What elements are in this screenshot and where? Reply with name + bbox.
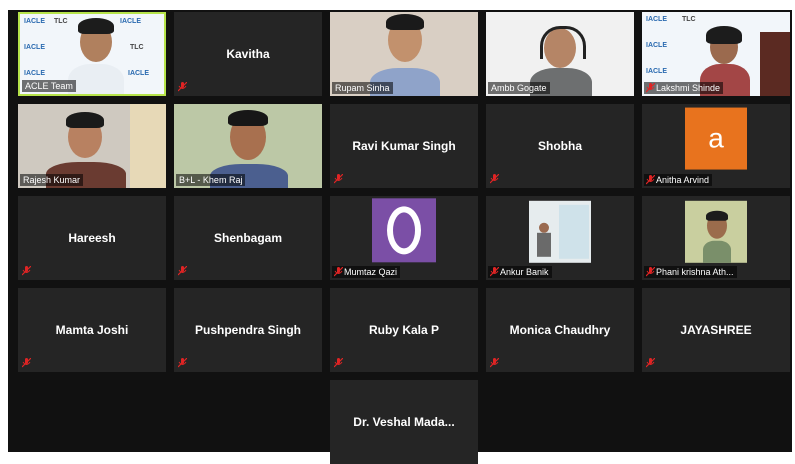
participant-name: Monica Chaudhry: [509, 323, 611, 337]
participant-tile[interactable]: IACLE TLC IACLE IACLE TLC IACLE IACLE AC…: [18, 12, 166, 96]
muted-mic-icon: [22, 358, 31, 368]
muted-mic-icon: [490, 174, 499, 184]
participant-name: Rajesh Kumar: [20, 174, 84, 186]
banner-logo-text: IACLE: [646, 16, 667, 23]
participant-tile[interactable]: Monica Chaudhry: [486, 288, 634, 372]
muted-mic-icon: [178, 358, 187, 368]
participant-tile[interactable]: Dr. Veshal Mada...: [330, 380, 478, 464]
banner-logo-text: IACLE: [646, 42, 667, 49]
participant-name-text: Ankur Banik: [500, 267, 549, 277]
participant-name: Dr. Veshal Mada...: [353, 415, 455, 429]
participant-name-text: Anitha Arvind: [656, 175, 710, 185]
participant-tile[interactable]: Phani krishna Ath...: [642, 196, 790, 280]
avatar-letter: a: [708, 122, 724, 154]
banner-logo-text: IACLE: [646, 68, 667, 75]
banner-logo-text: IACLE: [128, 70, 149, 77]
participant-tile[interactable]: Mumtaz Qazi: [330, 196, 478, 280]
participant-name-text: Mumtaz Qazi: [344, 267, 398, 277]
banner-logo-text: IACLE: [120, 18, 141, 25]
video-grid: IACLE TLC IACLE IACLE TLC IACLE IACLE AC…: [8, 10, 792, 464]
participant-tile[interactable]: Ravi Kumar Singh: [330, 104, 478, 188]
participant-tile[interactable]: Rupam Sinha: [330, 12, 478, 96]
banner-logo-text: IACLE: [24, 44, 45, 51]
participant-name: Ambb Gogate: [488, 82, 550, 94]
banner-logo-text: IACLE: [24, 70, 45, 77]
participant-tile[interactable]: Kavitha: [174, 12, 322, 96]
participant-name: Shobha: [538, 139, 582, 153]
participant-name: Rupam Sinha: [332, 82, 393, 94]
participant-tile[interactable]: Ambb Gogate: [486, 12, 634, 96]
participant-tile[interactable]: IACLE TLC IACLE IACLE Lakshmi Shinde: [642, 12, 790, 96]
participant-name: Anitha Arvind: [644, 174, 713, 186]
participant-tile[interactable]: Rajesh Kumar: [18, 104, 166, 188]
participant-tile[interactable]: Shenbagam: [174, 196, 322, 280]
participant-tile[interactable]: Ruby Kala P: [330, 288, 478, 372]
participant-name: Mamta Joshi: [55, 323, 129, 337]
banner-logo-text: TLC: [682, 16, 696, 23]
participant-name: Phani krishna Ath...: [644, 266, 737, 278]
participant-tile[interactable]: a Anitha Arvind: [642, 104, 790, 188]
muted-mic-icon: [334, 174, 343, 184]
avatar: a: [685, 107, 747, 170]
participant-name: Mumtaz Qazi: [332, 266, 401, 278]
muted-mic-icon: [646, 358, 655, 368]
participant-name: Lakshmi Shinde: [644, 82, 724, 94]
banner-logo-text: TLC: [130, 44, 144, 51]
participant-tile[interactable]: Mamta Joshi: [18, 288, 166, 372]
participant-name: Pushpendra Singh: [194, 323, 301, 337]
profile-photo: [529, 200, 591, 263]
participant-name: Ravi Kumar Singh: [352, 139, 456, 153]
participant-name: Ruby Kala P: [368, 323, 440, 337]
muted-mic-icon: [334, 267, 343, 277]
muted-mic-icon: [178, 266, 187, 276]
profile-photo: [685, 200, 747, 263]
participant-tile[interactable]: Shobha: [486, 104, 634, 188]
participant-name: Kavitha: [226, 47, 270, 61]
participant-name: Shenbagam: [213, 231, 282, 245]
participant-tile[interactable]: Pushpendra Singh: [174, 288, 322, 372]
muted-mic-icon: [22, 266, 31, 276]
participant-tile[interactable]: JAYASHREE: [642, 288, 790, 372]
muted-mic-icon: [490, 267, 499, 277]
participant-name-text: Lakshmi Shinde: [656, 83, 721, 93]
participant-tile[interactable]: Hareesh: [18, 196, 166, 280]
participant-name: JAYASHREE: [680, 323, 752, 337]
muted-mic-icon: [490, 358, 499, 368]
banner-logo-text: TLC: [54, 18, 68, 25]
avatar-letter-glyph: [387, 206, 421, 255]
participant-tile[interactable]: Ankur Banik: [486, 196, 634, 280]
muted-mic-icon: [646, 83, 655, 93]
muted-mic-icon: [334, 358, 343, 368]
muted-mic-icon: [178, 82, 187, 92]
participant-tile[interactable]: B+L - Khem Raj: [174, 104, 322, 188]
participant-name: Hareesh: [68, 231, 116, 245]
banner-logo-text: IACLE: [24, 18, 45, 25]
participant-name: Ankur Banik: [488, 266, 552, 278]
avatar: [372, 198, 436, 263]
muted-mic-icon: [646, 267, 655, 277]
participant-name: B+L - Khem Raj: [176, 174, 246, 186]
muted-mic-icon: [646, 175, 655, 185]
participant-name-text: Phani krishna Ath...: [656, 267, 734, 277]
participant-name: ACLE Team: [22, 80, 76, 92]
